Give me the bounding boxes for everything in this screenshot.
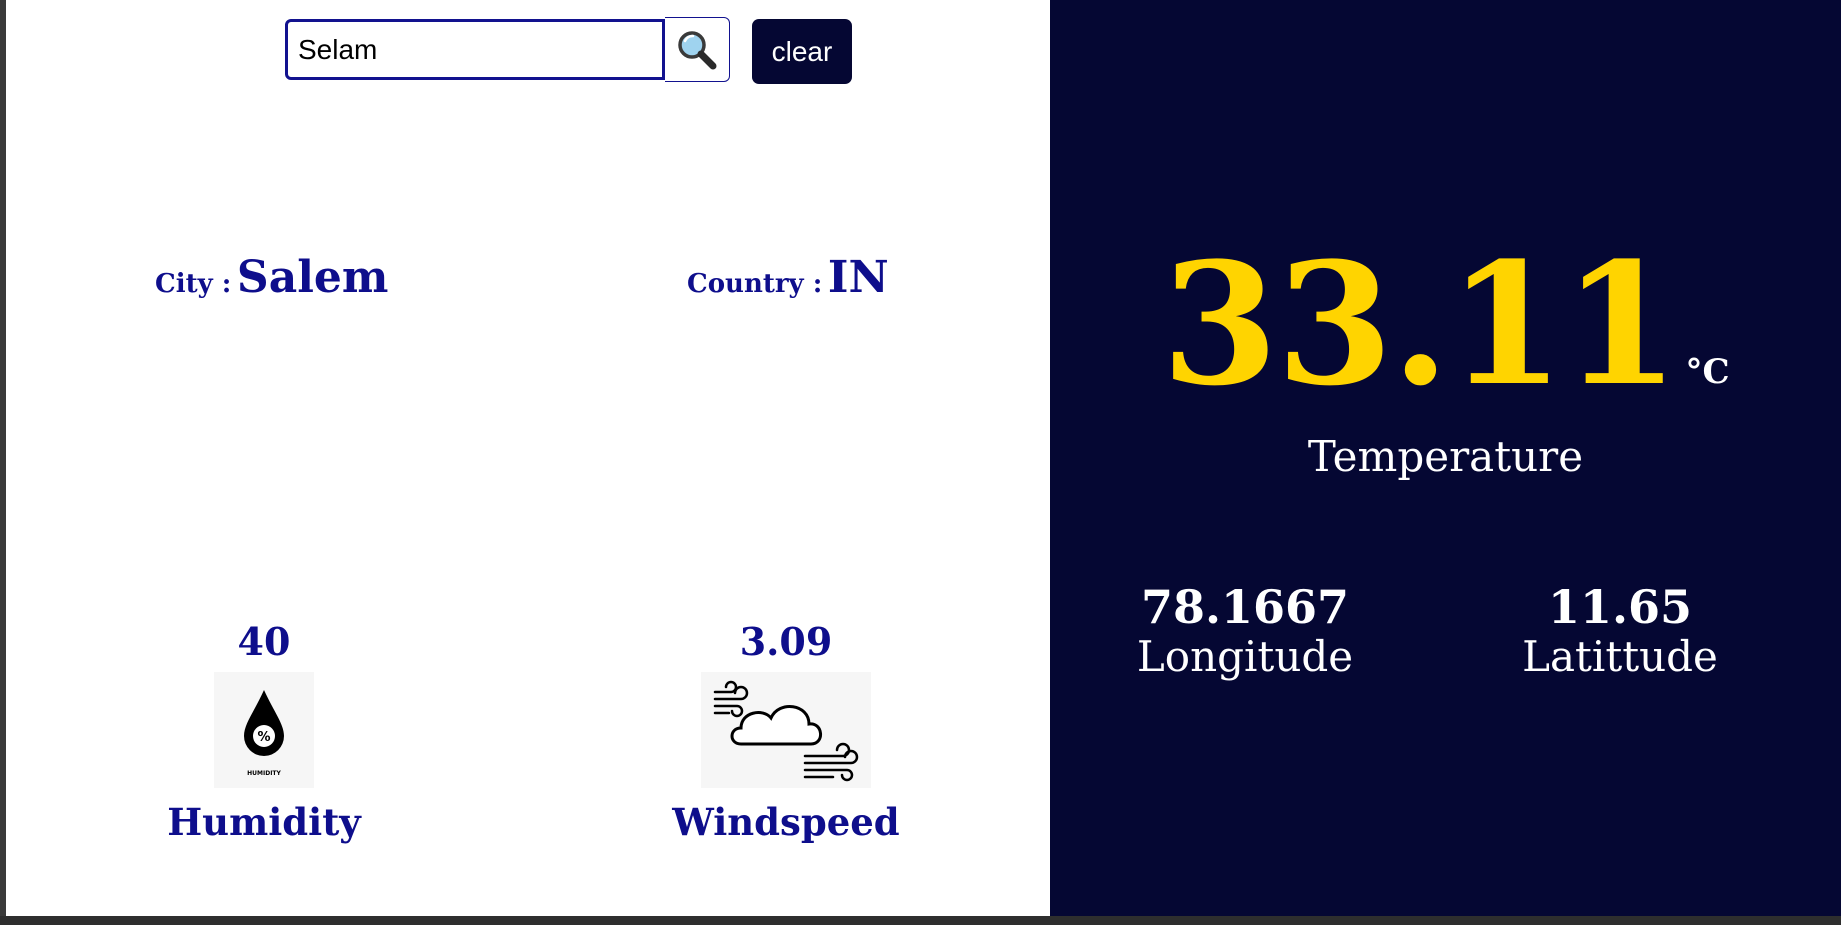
latitude-value: 11.65: [1547, 580, 1693, 634]
city-value: Salem: [236, 252, 389, 303]
search-icon: [678, 30, 717, 69]
svg-text:%: %: [257, 730, 270, 745]
wind-cloud-icon: [701, 672, 871, 788]
temperature-unit: °C: [1685, 352, 1730, 392]
humidity-card: 40 % HUMIDITY Humidity: [159, 619, 369, 844]
latitude-block: 11.65 Latittude: [1505, 580, 1735, 681]
humidity-value: 40: [237, 619, 291, 664]
search-button[interactable]: [665, 17, 730, 82]
city-label: City :: [155, 269, 232, 299]
search-bar: [285, 17, 730, 84]
temperature-panel: 33.11 °C Temperature 78.1667 Longitude 11…: [1050, 0, 1841, 916]
city-field: City : Salem: [155, 252, 388, 303]
temperature-label: Temperature: [1307, 432, 1584, 481]
latitude-label: Latittude: [1522, 632, 1718, 681]
weather-details-panel: clear City : Salem Country : IN 40 % HUM…: [6, 0, 1050, 916]
longitude-label: Longitude: [1136, 632, 1354, 681]
windspeed-value: 3.09: [739, 619, 833, 664]
country-field: Country : IN: [687, 252, 889, 303]
longitude-value: 78.1667: [1140, 580, 1350, 634]
humidity-label: Humidity: [167, 800, 361, 844]
window-bottom-edge: [0, 916, 1841, 925]
temperature-value: 33.11: [1161, 225, 1679, 423]
humidity-drop-icon: % HUMIDITY: [214, 672, 314, 788]
windspeed-card: 3.09 Windspeed: [631, 619, 941, 844]
city-search-input[interactable]: [285, 19, 665, 80]
windspeed-label: Windspeed: [672, 800, 900, 844]
country-label: Country :: [687, 269, 823, 299]
country-value: IN: [827, 252, 889, 303]
longitude-block: 78.1667 Longitude: [1130, 580, 1360, 681]
clear-button[interactable]: clear: [752, 19, 852, 84]
temperature-display: 33.11 °C: [1050, 240, 1841, 408]
humidity-icon-caption: HUMIDITY: [247, 770, 281, 777]
